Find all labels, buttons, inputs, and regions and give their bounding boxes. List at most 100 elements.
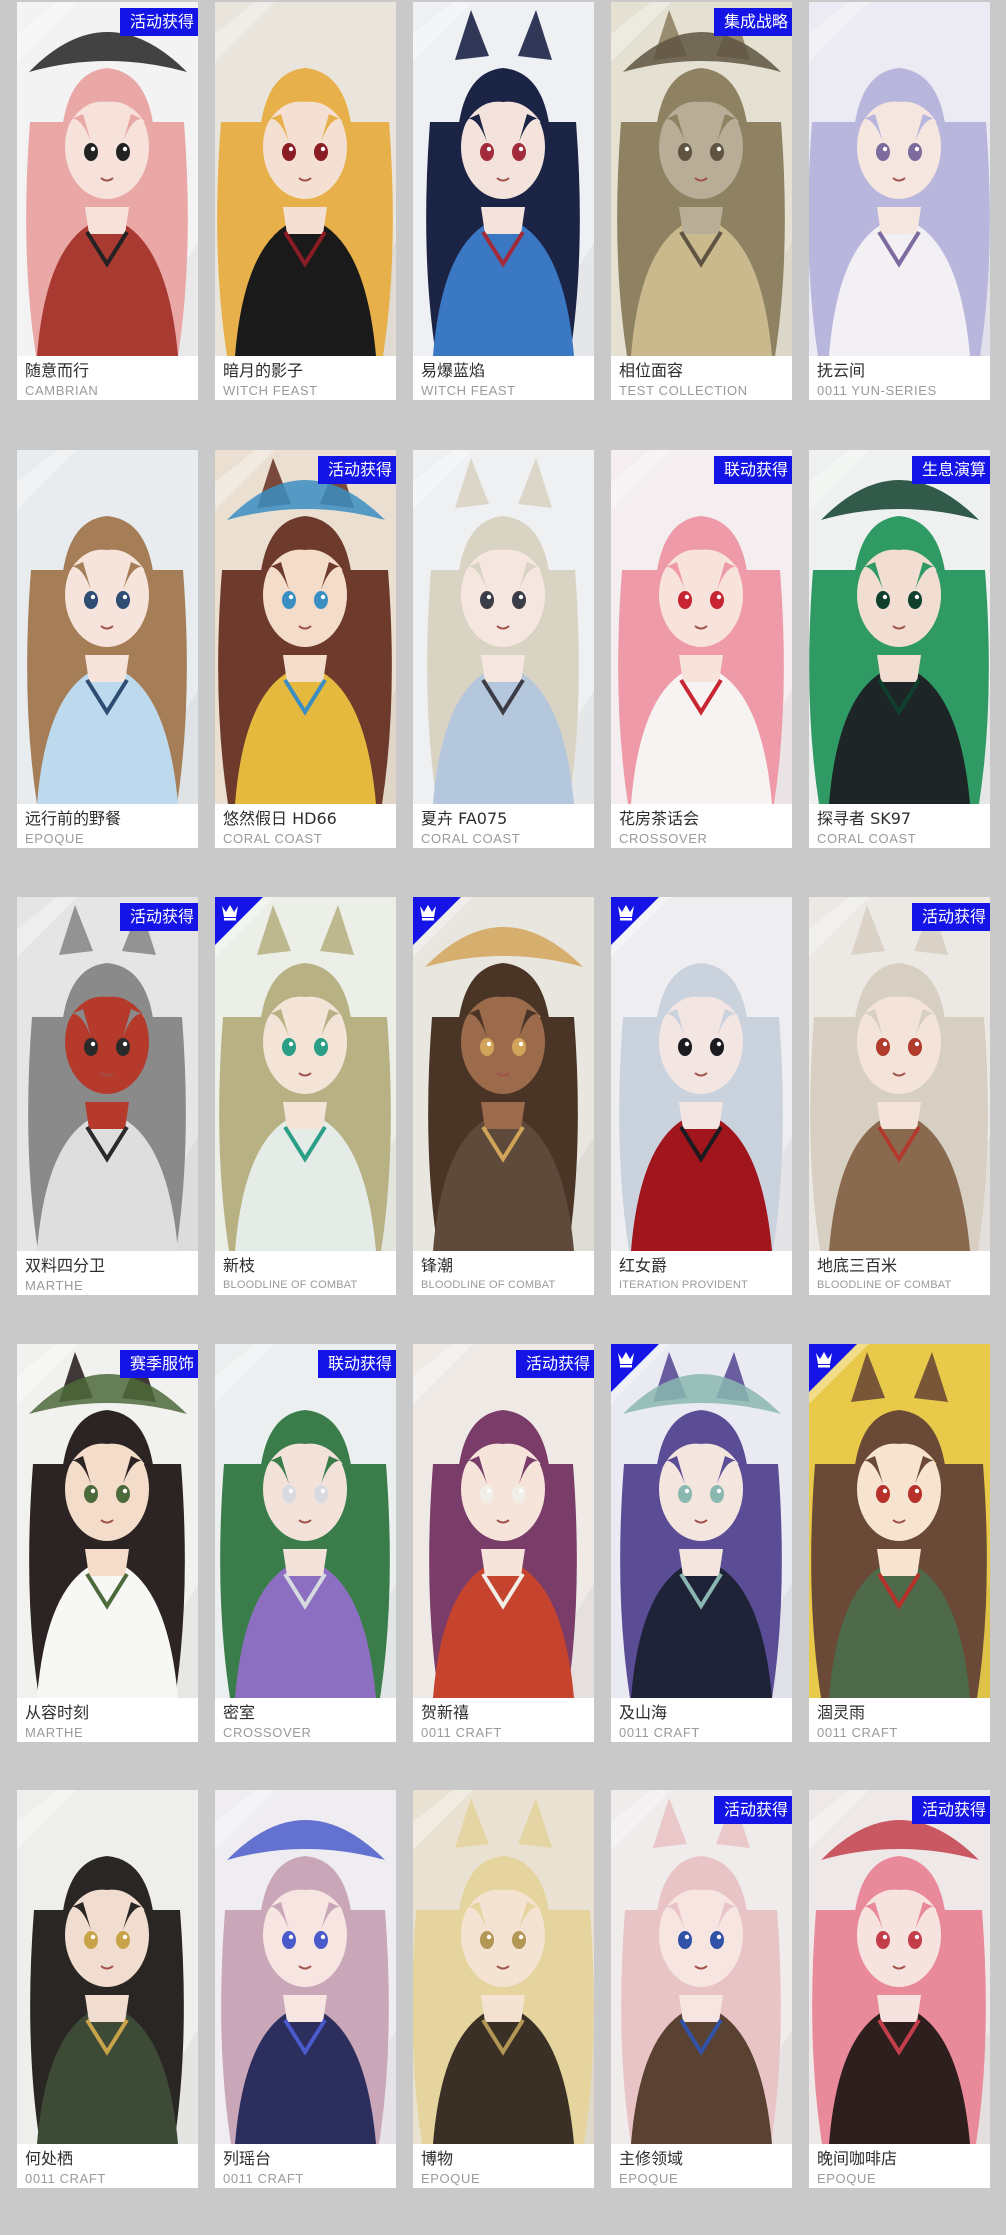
card-caption: 涸灵雨 0011 CRAFT (809, 1698, 990, 1742)
outfit-name: 花房茶话会 (619, 810, 700, 828)
series-label: EPOQUE (817, 2171, 877, 2186)
character-illustration (215, 450, 396, 804)
series-label: 0011 CRAFT (619, 1725, 700, 1740)
outfit-name: 易爆蓝焰 (421, 362, 486, 380)
outfit-name: 涸灵雨 (817, 1704, 866, 1722)
card-caption: 及山海 0011 CRAFT (611, 1698, 792, 1742)
character-illustration (413, 2, 594, 356)
character-illustration (215, 1344, 396, 1698)
character-illustration (809, 1790, 990, 2144)
character-illustration (413, 897, 594, 1251)
outfit-name: 暗月的影子 (223, 362, 304, 380)
outfit-name: 红女爵 (619, 1257, 668, 1275)
source-tag: 生息演算 (911, 456, 990, 484)
outfit-name: 相位面容 (619, 362, 684, 380)
source-tag: 集成战略 (713, 8, 792, 36)
series-label: CROSSOVER (619, 831, 708, 846)
outfit-name: 主修领域 (619, 2150, 684, 2168)
card-caption: 地底三百米 BLOODLINE OF COMBAT (809, 1251, 990, 1295)
outfit-name: 博物 (421, 2150, 454, 2168)
outfit-name: 及山海 (619, 1704, 668, 1722)
source-tag: 活动获得 (713, 1796, 792, 1824)
source-tag: 活动获得 (119, 8, 198, 36)
crown-badge-icon (611, 1344, 659, 1392)
outfit-card[interactable]: 及山海 0011 CRAFT (611, 1344, 792, 1742)
outfit-card[interactable]: 活动获得地底三百米 BLOODLINE OF COMBAT (809, 897, 990, 1295)
source-tag: 活动获得 (911, 1796, 990, 1824)
outfit-name: 夏卉 FA075 (421, 810, 508, 828)
character-illustration (611, 1344, 792, 1698)
card-caption: 贺新禧 0011 CRAFT (413, 1698, 594, 1742)
outfit-card[interactable]: 抚云间 0011 YUN-SERIES (809, 2, 990, 400)
card-caption: 抚云间 0011 YUN-SERIES (809, 356, 990, 400)
outfit-card[interactable]: 列瑶台 0011 CRAFT (215, 1790, 396, 2188)
source-tag: 活动获得 (119, 903, 198, 931)
series-label: BLOODLINE OF COMBAT (817, 1279, 952, 1291)
character-illustration (809, 897, 990, 1251)
card-caption: 主修领域 EPOQUE (611, 2144, 792, 2188)
source-tag: 联动获得 (713, 456, 792, 484)
character-illustration (611, 897, 792, 1251)
outfit-card[interactable]: 新枝 BLOODLINE OF COMBAT (215, 897, 396, 1295)
card-caption: 从容时刻 MARTHE (17, 1698, 198, 1742)
outfit-card[interactable]: 活动获得 悠然假日 HD66 CORAL COAST (215, 450, 396, 848)
series-label: EPOQUE (421, 2171, 481, 2186)
card-caption: 列瑶台 0011 CRAFT (215, 2144, 396, 2188)
outfit-name: 新枝 (223, 1257, 256, 1275)
character-illustration (611, 2, 792, 356)
series-label: 0011 CRAFT (817, 1725, 898, 1740)
character-illustration (611, 450, 792, 804)
card-caption: 博物 EPOQUE (413, 2144, 594, 2188)
source-tag: 活动获得 (911, 903, 990, 931)
outfit-name: 贺新禧 (421, 1704, 470, 1722)
card-caption: 夏卉 FA075 CORAL COAST (413, 804, 594, 848)
outfit-card[interactable]: 易爆蓝焰 WITCH FEAST (413, 2, 594, 400)
outfit-name: 远行前的野餐 (25, 810, 122, 828)
outfit-name: 抚云间 (817, 362, 866, 380)
outfit-card[interactable]: 活动获得 随意而行 CAMBRIAN (17, 2, 198, 400)
crown-badge-icon (611, 897, 659, 945)
outfit-card[interactable]: 集成战略相位面容 TEST COLLECTION (611, 2, 792, 400)
series-label: BLOODLINE OF COMBAT (223, 1279, 358, 1291)
outfit-name: 地底三百米 (817, 1257, 898, 1275)
outfit-card[interactable]: 夏卉 FA075 CORAL COAST (413, 450, 594, 848)
outfit-card[interactable]: 红女爵 ITERATION PROVIDENT (611, 897, 792, 1295)
card-caption: 暗月的影子 WITCH FEAST (215, 356, 396, 400)
card-caption: 易爆蓝焰 WITCH FEAST (413, 356, 594, 400)
outfit-name: 随意而行 (25, 362, 90, 380)
card-caption: 何处栖 0011 CRAFT (17, 2144, 198, 2188)
series-label: TEST COLLECTION (619, 383, 748, 398)
source-tag: 活动获得 (317, 456, 396, 484)
character-illustration (413, 450, 594, 804)
series-label: CORAL COAST (817, 831, 917, 846)
outfit-card[interactable]: 锋潮 BLOODLINE OF COMBAT (413, 897, 594, 1295)
series-label: 0011 CRAFT (223, 2171, 304, 2186)
outfit-card[interactable]: 联动获得花房茶话会 CROSSOVER (611, 450, 792, 848)
outfit-card[interactable]: 何处栖 0011 CRAFT (17, 1790, 198, 2188)
outfit-name: 晚间咖啡店 (817, 2150, 898, 2168)
outfit-grid: 活动获得 随意而行 CAMBRIAN 暗月的影子 WITCH FEAST 易爆蓝… (0, 0, 1006, 2235)
character-illustration (17, 1790, 198, 2144)
outfit-card[interactable]: 生息演算探寻者 SK97 CORAL COAST (809, 450, 990, 848)
outfit-card[interactable]: 赛季服饰 从容时刻 MARTHE (17, 1344, 198, 1742)
outfit-card[interactable]: 暗月的影子 WITCH FEAST (215, 2, 396, 400)
series-label: EPOQUE (619, 2171, 679, 2186)
character-illustration (17, 2, 198, 356)
series-label: BLOODLINE OF COMBAT (421, 1279, 556, 1291)
outfit-card[interactable]: 远行前的野餐 EPOQUE (17, 450, 198, 848)
outfit-card[interactable]: 活动获得晚间咖啡店 EPOQUE (809, 1790, 990, 2188)
series-label: 0011 YUN-SERIES (817, 383, 937, 398)
outfit-card[interactable]: 活动获得 双料四分卫 MARTHE (17, 897, 198, 1295)
series-label: 0011 CRAFT (25, 2171, 106, 2186)
crown-badge-icon (413, 897, 461, 945)
outfit-card[interactable]: 博物 EPOQUE (413, 1790, 594, 2188)
outfit-card[interactable]: 联动获得 密室 CROSSOVER (215, 1344, 396, 1742)
outfit-card[interactable]: 活动获得贺新禧 0011 CRAFT (413, 1344, 594, 1742)
outfit-card[interactable]: 活动获得主修领域 EPOQUE (611, 1790, 792, 2188)
series-label: MARTHE (25, 1725, 84, 1740)
series-label: CORAL COAST (421, 831, 521, 846)
source-tag: 活动获得 (515, 1350, 594, 1378)
character-illustration (17, 897, 198, 1251)
card-caption: 探寻者 SK97 CORAL COAST (809, 804, 990, 848)
outfit-card[interactable]: 涸灵雨 0011 CRAFT (809, 1344, 990, 1742)
